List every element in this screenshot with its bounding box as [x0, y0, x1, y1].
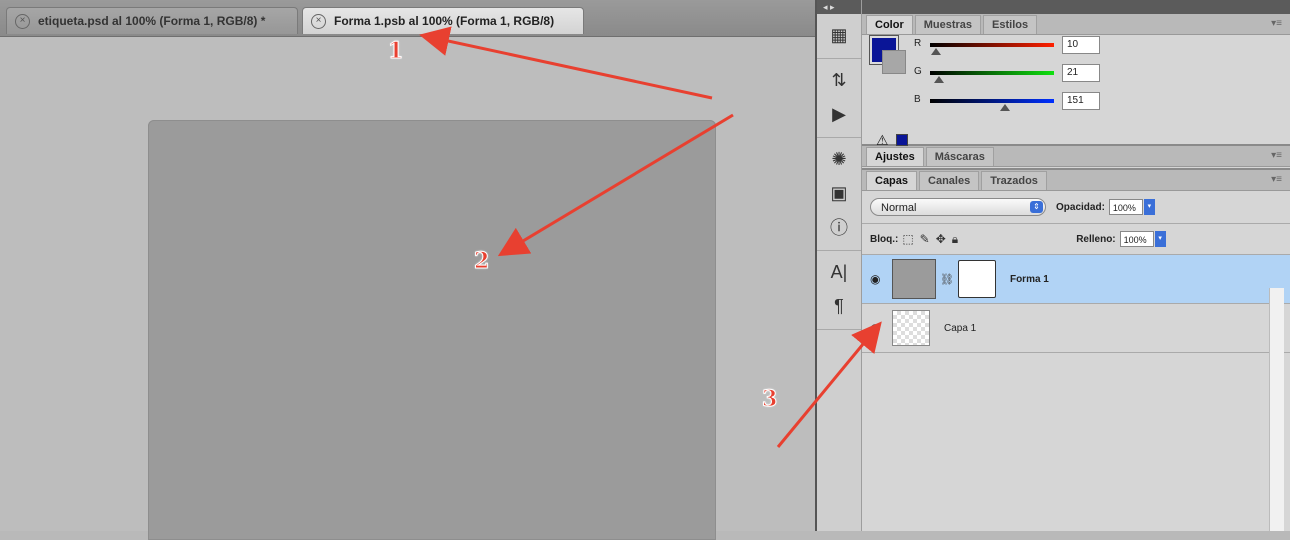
g-slider-thumb[interactable]	[934, 76, 944, 83]
tab-estilos[interactable]: Estilos	[983, 15, 1038, 34]
panel-header	[862, 0, 1290, 14]
lock-move-icon[interactable]: ✥	[936, 232, 946, 246]
panel-menu-icon[interactable]: ▾≡	[1271, 18, 1282, 29]
panel-menu-icon[interactable]: ▾≡	[1271, 174, 1282, 185]
g-value-input[interactable]: 21	[1062, 64, 1100, 82]
lock-all-icon[interactable]: 🔒︎	[952, 232, 958, 247]
r-slider[interactable]	[930, 43, 1054, 47]
panels-dock: Color Muestras Estilos ▾≡ R 10 G 21 ⚠ B …	[862, 0, 1290, 531]
character-icon[interactable]: A|	[825, 259, 853, 285]
lock-brush-icon[interactable]: ✎	[920, 232, 930, 246]
opacity-input[interactable]: 100%	[1108, 199, 1143, 215]
tab-canales[interactable]: Canales	[919, 171, 980, 190]
link-icon[interactable]: ⛓	[940, 273, 954, 286]
paragraph-icon[interactable]: ¶	[825, 293, 853, 319]
eye-icon[interactable]: ◉	[870, 272, 886, 286]
sun-icon[interactable]: ✺	[825, 146, 853, 172]
channel-r-label: R	[914, 38, 922, 49]
gamut-color-swatch[interactable]	[896, 134, 908, 146]
layers-panel-tabs: Capas Canales Trazados ▾≡	[862, 170, 1290, 191]
opacity-dropdown-icon[interactable]: ▾	[1143, 199, 1155, 215]
fill-label: Relleno:	[1076, 233, 1116, 245]
blend-opacity-row: Normal ⇕ Opacidad: 100% ▾	[862, 191, 1290, 224]
histogram-icon[interactable]: ▦	[825, 22, 853, 48]
g-slider[interactable]	[930, 71, 1054, 75]
panel-icon-strip: ◂ ▸ ▦ ⇅ ▶ ✺ ▣ ⓘ A| ¶	[817, 0, 862, 531]
adjustments-panel: Ajustes Máscaras ▾≡	[862, 146, 1290, 170]
close-icon[interactable]: ×	[15, 13, 30, 29]
b-slider[interactable]	[930, 99, 1054, 103]
eye-icon[interactable]: ◉	[870, 321, 886, 335]
image-icon[interactable]: ▣	[825, 180, 853, 206]
panel-menu-icon[interactable]: ▾≡	[1271, 150, 1282, 161]
info-icon[interactable]: ⓘ	[825, 214, 853, 240]
b-value-input[interactable]: 151	[1062, 92, 1100, 110]
annotation-2: 2	[473, 248, 490, 275]
tab-ajustes[interactable]: Ajustes	[866, 147, 924, 166]
close-icon[interactable]: ×	[311, 13, 326, 29]
color-panel: Color Muestras Estilos ▾≡ R 10 G 21 ⚠ B …	[862, 14, 1290, 148]
play-icon[interactable]: ▶	[825, 101, 853, 127]
document-tab-etiqueta[interactable]: × etiqueta.psd al 100% (Forma 1, RGB/8) …	[6, 7, 298, 34]
adjustments-panel-tabs: Ajustes Máscaras ▾≡	[862, 146, 1290, 167]
document-tab-title: etiqueta.psd al 100% (Forma 1, RGB/8) *	[38, 14, 266, 28]
workspace	[0, 37, 815, 540]
layer-row-capa-1[interactable]: ◉ Capa 1	[862, 304, 1290, 353]
blend-mode-select[interactable]: Normal ⇕	[870, 198, 1046, 216]
strip-header[interactable]: ◂ ▸	[817, 0, 861, 14]
annotation-3: 3	[761, 386, 778, 413]
blend-mode-value: Normal	[881, 202, 917, 214]
document-tab-forma[interactable]: × Forma 1.psb al 100% (Forma 1, RGB/8)	[302, 7, 584, 34]
layer-row-forma-1[interactable]: ◉ ⛓ Forma 1	[862, 255, 1290, 304]
layers-panel: Capas Canales Trazados ▾≡ Normal ⇕ Opaci…	[862, 170, 1290, 353]
vector-mask-thumbnail[interactable]	[957, 260, 996, 298]
fill-dropdown-icon[interactable]: ▾	[1154, 231, 1166, 247]
actions-icon[interactable]: ⇅	[825, 67, 853, 93]
lock-label: Bloq.:	[870, 233, 899, 245]
channel-g-label: G	[914, 66, 922, 77]
r-value-input[interactable]: 10	[1062, 36, 1100, 54]
tab-mascaras[interactable]: Máscaras	[925, 147, 994, 166]
annotation-1: 1	[387, 38, 404, 65]
layer-thumbnail	[892, 310, 930, 346]
lock-transparency-icon[interactable]: ⬚	[902, 232, 913, 246]
channel-b-label: B	[914, 94, 921, 105]
document-tab-bar: × etiqueta.psd al 100% (Forma 1, RGB/8) …	[0, 0, 815, 37]
layer-name[interactable]: Capa 1	[944, 323, 976, 334]
background-color-swatch[interactable]	[882, 50, 906, 74]
color-panel-tabs: Color Muestras Estilos ▾≡	[862, 14, 1290, 35]
r-slider-thumb[interactable]	[931, 48, 941, 55]
b-slider-thumb[interactable]	[1000, 104, 1010, 111]
fill-input[interactable]: 100%	[1119, 231, 1154, 247]
tab-trazados[interactable]: Trazados	[981, 171, 1047, 190]
layer-thumbnail	[892, 259, 936, 299]
opacity-label: Opacidad:	[1056, 201, 1105, 213]
tab-capas[interactable]: Capas	[866, 171, 918, 190]
lock-fill-row: Bloq.: ⬚ ✎ ✥ 🔒︎ Relleno: 100% ▾	[862, 224, 1290, 255]
tab-color[interactable]: Color	[866, 15, 913, 34]
layer-name[interactable]: Forma 1	[1010, 274, 1049, 285]
layers-scrollbar[interactable]	[1269, 288, 1284, 531]
document-canvas[interactable]	[148, 120, 716, 540]
tab-muestras[interactable]: Muestras	[914, 15, 982, 34]
chevron-updown-icon: ⇕	[1030, 201, 1043, 213]
document-tab-title: Forma 1.psb al 100% (Forma 1, RGB/8)	[334, 14, 555, 28]
